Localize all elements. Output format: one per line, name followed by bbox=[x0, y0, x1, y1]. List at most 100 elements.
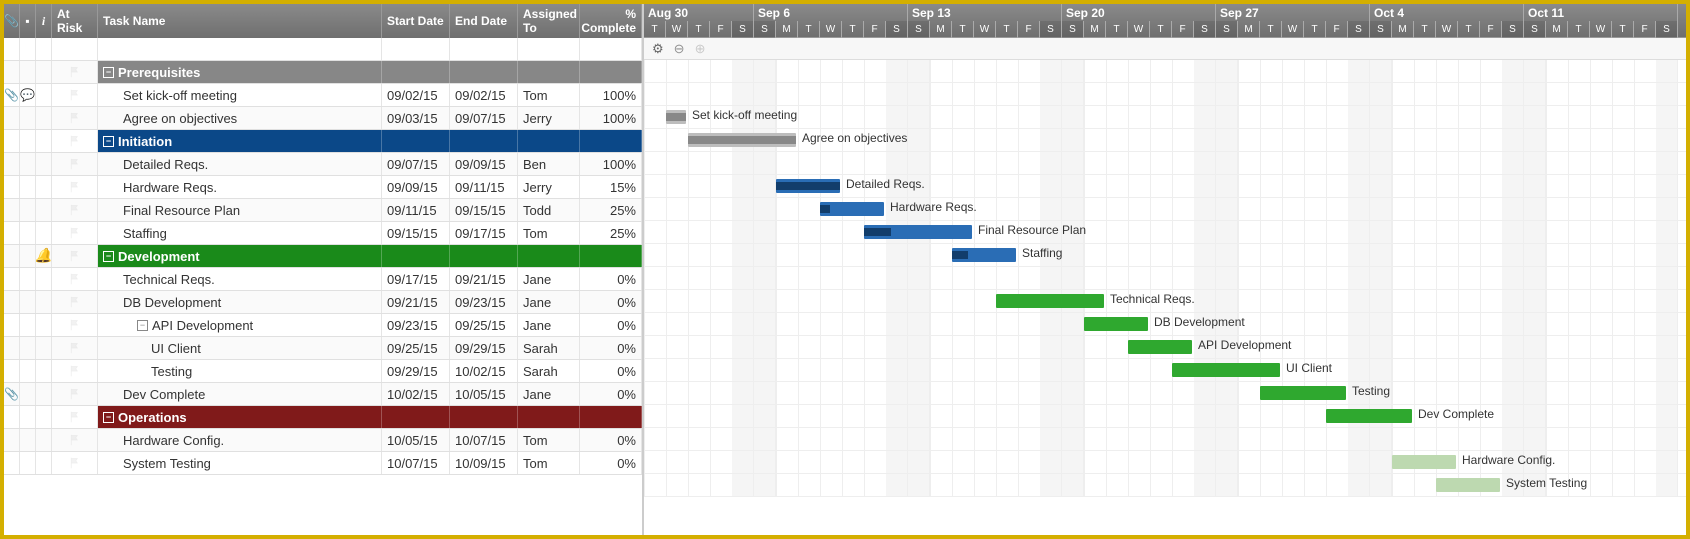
gantt-task-row[interactable]: Technical Reqs. bbox=[644, 290, 1686, 313]
cell-end-date[interactable]: 09/21/15 bbox=[450, 268, 518, 290]
flag-icon[interactable] bbox=[69, 181, 81, 193]
cell-task[interactable]: Staffing bbox=[98, 222, 382, 244]
cell-end-date[interactable] bbox=[450, 245, 518, 267]
cell-risk[interactable] bbox=[52, 84, 98, 106]
task-row[interactable]: Agree on objectives09/03/1509/07/15Jerry… bbox=[4, 107, 642, 130]
cell-info[interactable] bbox=[36, 314, 52, 336]
cell-comment[interactable] bbox=[20, 107, 36, 129]
cell-start-date[interactable]: 09/07/15 bbox=[382, 153, 450, 175]
cell-percent-complete[interactable]: 0% bbox=[580, 452, 642, 474]
gantt-bar[interactable]: Hardware Config. bbox=[1392, 455, 1456, 469]
cell-attach[interactable] bbox=[4, 452, 20, 474]
cell-assigned-to[interactable]: Sarah bbox=[518, 360, 580, 382]
cell-end-date[interactable] bbox=[450, 38, 518, 60]
cell-risk[interactable] bbox=[52, 452, 98, 474]
cell-task[interactable]: −Prerequisites bbox=[98, 61, 382, 83]
gantt-section-row[interactable] bbox=[644, 267, 1686, 290]
cell-assigned-to[interactable]: Jane bbox=[518, 383, 580, 405]
cell-comment[interactable] bbox=[20, 268, 36, 290]
cell-task[interactable]: Set kick-off meeting bbox=[98, 84, 382, 106]
cell-end-date[interactable]: 09/11/15 bbox=[450, 176, 518, 198]
flag-icon[interactable] bbox=[69, 227, 81, 239]
task-row[interactable]: Testing09/29/1510/02/15Sarah0% bbox=[4, 360, 642, 383]
cell-info[interactable] bbox=[36, 130, 52, 152]
cell-risk[interactable] bbox=[52, 268, 98, 290]
cell-start-date[interactable]: 10/02/15 bbox=[382, 383, 450, 405]
cell-end-date[interactable]: 10/09/15 bbox=[450, 452, 518, 474]
cell-comment[interactable] bbox=[20, 291, 36, 313]
task-row[interactable]: − API Development09/23/1509/25/15Jane0% bbox=[4, 314, 642, 337]
gantt-bar[interactable]: Set kick-off meeting bbox=[666, 110, 686, 124]
cell-attach[interactable] bbox=[4, 130, 20, 152]
flag-icon[interactable] bbox=[69, 434, 81, 446]
flag-icon[interactable] bbox=[69, 66, 81, 78]
cell-risk[interactable] bbox=[52, 360, 98, 382]
cell-risk[interactable] bbox=[52, 291, 98, 313]
cell-attach[interactable] bbox=[4, 61, 20, 83]
task-row[interactable]: 📎Dev Complete10/02/1510/05/15Jane0% bbox=[4, 383, 642, 406]
cell-info[interactable] bbox=[36, 61, 52, 83]
cell-percent-complete[interactable] bbox=[580, 38, 642, 60]
gantt-task-row[interactable]: Testing bbox=[644, 382, 1686, 405]
task-row[interactable]: DB Development09/21/1509/23/15Jane0% bbox=[4, 291, 642, 314]
cell-end-date[interactable]: 09/15/15 bbox=[450, 199, 518, 221]
cell-percent-complete[interactable]: 0% bbox=[580, 268, 642, 290]
cell-assigned-to[interactable]: Jane bbox=[518, 291, 580, 313]
flag-icon[interactable] bbox=[69, 89, 81, 101]
cell-start-date[interactable]: 09/17/15 bbox=[382, 268, 450, 290]
cell-end-date[interactable]: 09/29/15 bbox=[450, 337, 518, 359]
cell-task[interactable]: Hardware Reqs. bbox=[98, 176, 382, 198]
flag-icon[interactable] bbox=[69, 158, 81, 170]
cell-assigned-to[interactable] bbox=[518, 38, 580, 60]
collapse-icon[interactable]: − bbox=[137, 320, 148, 331]
cell-risk[interactable] bbox=[52, 153, 98, 175]
cell-end-date[interactable]: 09/23/15 bbox=[450, 291, 518, 313]
cell-risk[interactable] bbox=[52, 383, 98, 405]
cell-task[interactable]: −Initiation bbox=[98, 130, 382, 152]
cell-start-date[interactable]: 09/29/15 bbox=[382, 360, 450, 382]
cell-comment[interactable] bbox=[20, 337, 36, 359]
cell-comment[interactable] bbox=[20, 153, 36, 175]
cell-info[interactable] bbox=[36, 84, 52, 106]
cell-assigned-to[interactable]: Jerry bbox=[518, 107, 580, 129]
cell-comment[interactable] bbox=[20, 429, 36, 451]
cell-comment[interactable] bbox=[20, 406, 36, 428]
cell-info[interactable] bbox=[36, 360, 52, 382]
cell-assigned-to[interactable]: Jane bbox=[518, 314, 580, 336]
gantt-bar[interactable]: System Testing bbox=[1436, 478, 1500, 492]
cell-info[interactable] bbox=[36, 337, 52, 359]
cell-assigned-to[interactable] bbox=[518, 61, 580, 83]
cell-percent-complete[interactable]: 0% bbox=[580, 337, 642, 359]
cell-attach[interactable] bbox=[4, 245, 20, 267]
cell-start-date[interactable]: 09/21/15 bbox=[382, 291, 450, 313]
gantt-section-row[interactable] bbox=[644, 83, 1686, 106]
col-percent-complete[interactable]: % Complete bbox=[580, 4, 642, 38]
gantt-bar[interactable]: Technical Reqs. bbox=[996, 294, 1104, 308]
cell-start-date[interactable]: 09/03/15 bbox=[382, 107, 450, 129]
cell-percent-complete[interactable]: 25% bbox=[580, 222, 642, 244]
flag-icon[interactable] bbox=[69, 112, 81, 124]
gantt-task-row[interactable]: Hardware Config. bbox=[644, 451, 1686, 474]
task-row[interactable]: System Testing10/07/1510/09/15Tom0% bbox=[4, 452, 642, 475]
cell-attach[interactable] bbox=[4, 153, 20, 175]
gantt-bar[interactable]: Testing bbox=[1260, 386, 1346, 400]
cell-info[interactable]: 🔔 bbox=[36, 245, 52, 267]
cell-percent-complete[interactable] bbox=[580, 61, 642, 83]
cell-comment[interactable] bbox=[20, 452, 36, 474]
cell-percent-complete[interactable]: 0% bbox=[580, 314, 642, 336]
cell-start-date[interactable]: 09/02/15 bbox=[382, 84, 450, 106]
gantt-task-row[interactable]: Hardware Reqs. bbox=[644, 198, 1686, 221]
cell-start-date[interactable]: 09/11/15 bbox=[382, 199, 450, 221]
cell-end-date[interactable] bbox=[450, 130, 518, 152]
cell-info[interactable] bbox=[36, 153, 52, 175]
cell-task[interactable]: Detailed Reqs. bbox=[98, 153, 382, 175]
cell-start-date[interactable]: 09/25/15 bbox=[382, 337, 450, 359]
cell-end-date[interactable]: 09/25/15 bbox=[450, 314, 518, 336]
cell-info[interactable] bbox=[36, 199, 52, 221]
cell-task[interactable]: DB Development bbox=[98, 291, 382, 313]
cell-end-date[interactable]: 10/02/15 bbox=[450, 360, 518, 382]
cell-assigned-to[interactable]: Tom bbox=[518, 429, 580, 451]
flag-icon[interactable] bbox=[69, 204, 81, 216]
cell-assigned-to[interactable]: Jerry bbox=[518, 176, 580, 198]
col-comment-icon[interactable]: ▪ bbox=[20, 4, 36, 38]
